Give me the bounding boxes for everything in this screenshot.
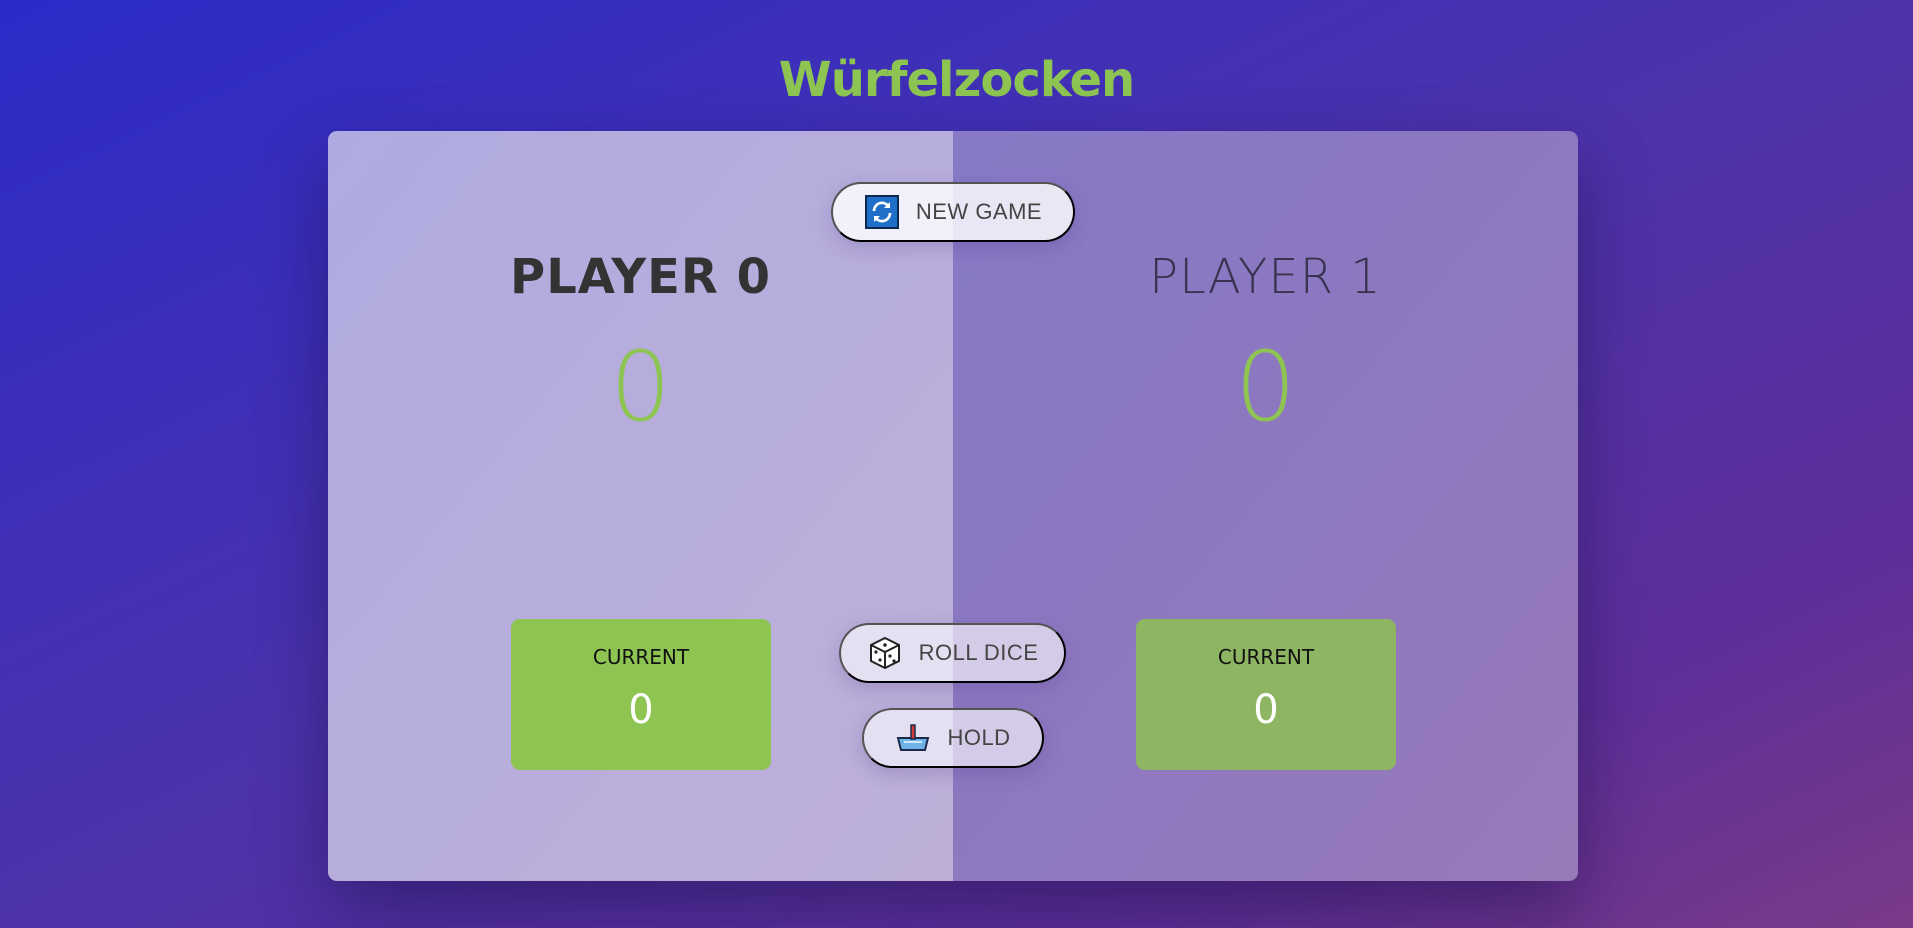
player-0-current-score: 0 (628, 687, 654, 733)
game-board: PLAYER 0 0 CURRENT 0 PLAYER 1 0 CURRENT … (328, 131, 1578, 881)
roll-dice-label: ROLL DICE (918, 640, 1039, 665)
refresh-icon (864, 194, 900, 230)
player-0-current-box: CURRENT 0 (511, 619, 771, 770)
player-0-current-label: CURRENT (592, 645, 690, 669)
player-1-current-box: CURRENT 0 (1136, 619, 1396, 770)
game-title: Würfelzocken (778, 52, 1135, 108)
new-game-label: NEW GAME (915, 199, 1043, 224)
player-1-current-label: CURRENT (1217, 645, 1315, 669)
player-0-panel: PLAYER 0 0 CURRENT 0 (328, 131, 953, 881)
hold-label: HOLD (947, 725, 1011, 750)
dice-icon (867, 635, 903, 671)
player-0-score: 0 (609, 331, 672, 443)
player-1-name: PLAYER 1 (1149, 249, 1382, 305)
hold-button[interactable]: HOLD (862, 708, 1044, 768)
player-0-name: PLAYER 0 (510, 249, 771, 305)
roll-dice-button[interactable]: ROLL DICE (839, 623, 1066, 683)
hold-icon (895, 720, 931, 756)
new-game-button[interactable]: NEW GAME (831, 182, 1075, 242)
player-1-score: 0 (1234, 331, 1297, 443)
player-1-current-score: 0 (1253, 687, 1279, 733)
player-1-panel: PLAYER 1 0 CURRENT 0 (953, 131, 1578, 881)
